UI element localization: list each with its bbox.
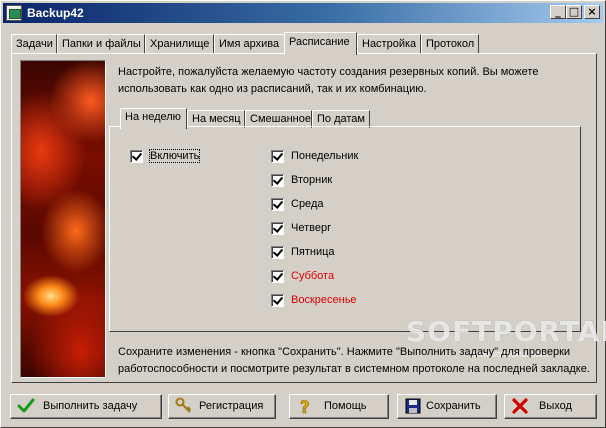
red-x-icon [512, 398, 528, 414]
tab-archive-name[interactable]: Имя архива [214, 34, 286, 54]
tab-settings[interactable]: Настройка [357, 34, 421, 54]
tab-schedule[interactable]: Расписание [284, 32, 357, 55]
floppy-disk-icon [405, 398, 421, 414]
day-checkbox-friday[interactable]: Пятница [271, 245, 401, 261]
close-button[interactable]: × [584, 5, 600, 19]
maximize-button[interactable]: □ [566, 5, 582, 19]
subtab-weekly[interactable]: На неделю [120, 108, 187, 129]
tab-folders-files[interactable]: Папки и файлы [57, 34, 145, 54]
schedule-footnote: Сохраните изменения - кнопка "Сохранить"… [118, 346, 590, 375]
checkbox-box[interactable] [271, 246, 284, 259]
checkbox-box[interactable] [271, 150, 284, 163]
day-checkbox-sunday[interactable]: Воскресенье [271, 293, 401, 309]
day-label-weekend[interactable]: Воскресенье [291, 294, 357, 306]
tab-tasks[interactable]: Задачи [11, 34, 57, 54]
key-icon [175, 397, 192, 413]
day-label[interactable]: Понедельник [291, 150, 358, 162]
checkmark-icon [17, 398, 35, 413]
day-label[interactable]: Вторник [291, 174, 332, 186]
checkbox-box[interactable] [271, 222, 284, 235]
sun-image [20, 60, 106, 378]
window-title: Backup42 [27, 6, 84, 20]
checkbox-box[interactable] [271, 294, 284, 307]
app-window: Backup42 _ □ × Задачи Папки и файлы Хран… [0, 0, 606, 428]
run-task-label: Выполнить задачу [43, 400, 138, 412]
schedule-intro-text: Настройте, пожалуйста желаемую частоту с… [118, 66, 539, 95]
register-button[interactable]: Регистрация [168, 394, 276, 419]
title-bar[interactable]: Backup42 _ □ × [3, 3, 603, 23]
checkbox-box[interactable] [271, 198, 284, 211]
register-label: Регистрация [199, 400, 264, 412]
day-checkbox-wednesday[interactable]: Среда [271, 197, 401, 213]
help-label: Помощь [324, 400, 367, 412]
enable-checkbox-box[interactable] [130, 150, 143, 163]
save-button[interactable]: Сохранить [397, 394, 497, 419]
help-button[interactable]: ? Помощь [289, 394, 389, 419]
day-checkbox-thursday[interactable]: Четверг [271, 221, 401, 237]
schedule-panel: Настройте, пожалуйста желаемую частоту с… [11, 53, 606, 383]
tab-log[interactable]: Протокол [421, 34, 479, 54]
day-checkbox-tuesday[interactable]: Вторник [271, 173, 401, 189]
day-label[interactable]: Среда [291, 198, 323, 210]
day-label-weekend[interactable]: Суббота [291, 270, 334, 282]
day-label[interactable]: Четверг [291, 222, 331, 234]
tab-storage[interactable]: Хранилище [145, 34, 214, 54]
run-task-button[interactable]: Выполнить задачу [10, 394, 162, 419]
enable-checkbox-label[interactable]: Включить [148, 149, 201, 163]
weekly-subpanel: Включить Понедельник Вторник Среда Четве… [109, 126, 581, 332]
enable-checkbox[interactable]: Включить [130, 149, 230, 165]
exit-label: Выход [539, 400, 572, 412]
svg-text:?: ? [300, 398, 310, 415]
exit-button[interactable]: Выход [504, 394, 597, 419]
checkbox-box[interactable] [271, 270, 284, 283]
day-checkbox-saturday[interactable]: Суббота [271, 269, 401, 285]
save-label: Сохранить [426, 400, 481, 412]
minimize-button[interactable]: _ [550, 5, 566, 19]
app-icon [6, 5, 22, 21]
question-icon: ? [300, 398, 310, 415]
day-checkbox-monday[interactable]: Понедельник [271, 149, 401, 165]
day-label[interactable]: Пятница [291, 246, 335, 258]
checkbox-box[interactable] [271, 174, 284, 187]
